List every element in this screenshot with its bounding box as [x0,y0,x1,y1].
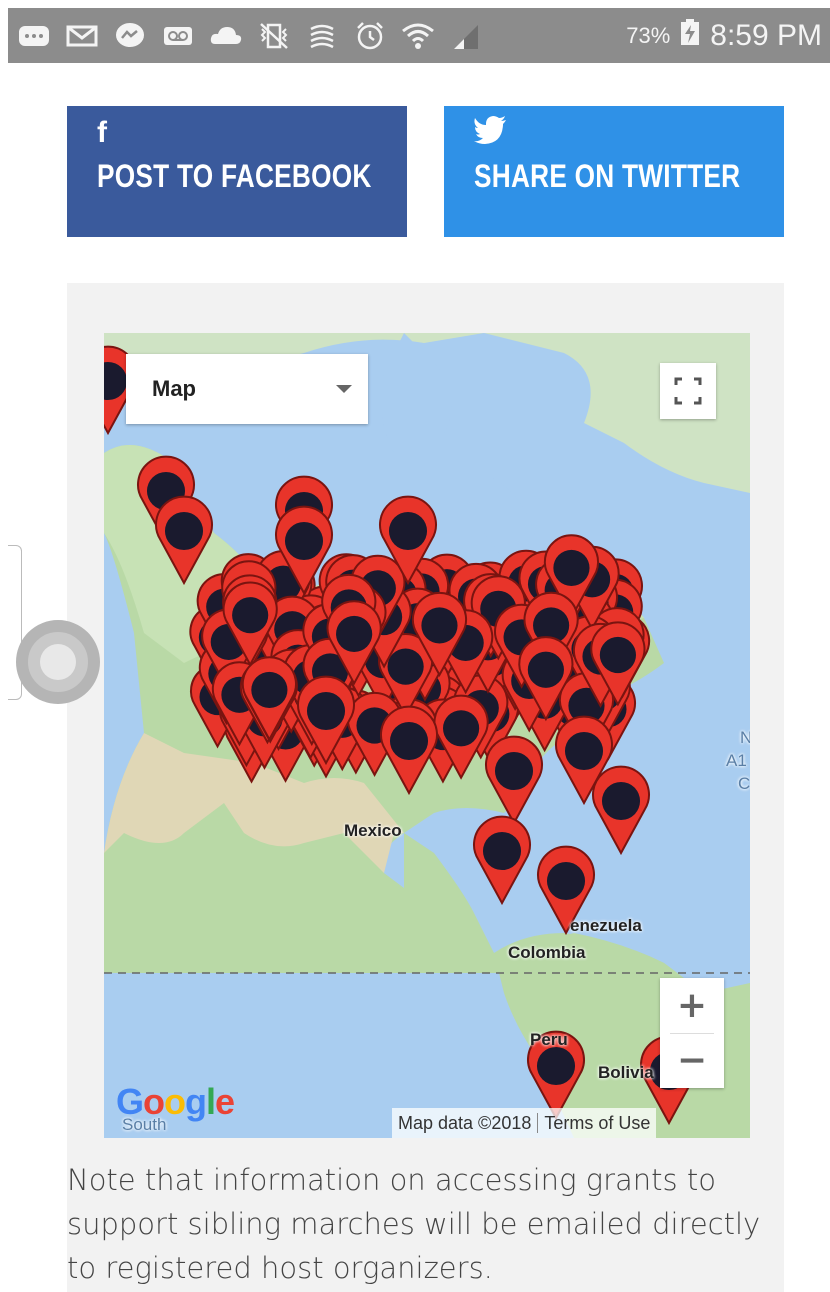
clock: 8:59 PM [710,18,822,52]
battery-percent: 73% [626,22,671,48]
messenger-icon [112,21,148,51]
fullscreen-icon [674,377,702,405]
floating-assist-button[interactable] [16,620,100,704]
post-to-facebook-button[interactable]: f POST TO FACEBOOK [67,106,407,237]
label-atlantic-1: N [740,728,750,747]
facebook-button-label: POST TO FACEBOOK [97,158,372,194]
label-peru: Peru [530,1030,568,1049]
signal-icon [448,21,484,51]
wifi-icon [400,21,436,51]
cloud-icon [208,21,244,51]
notification-icons [16,21,484,51]
google-logo[interactable]: Google [116,1081,235,1123]
label-colombia: Colombia [508,943,586,962]
zoom-controls: + − [660,978,724,1088]
zoom-divider [670,1033,714,1034]
map-view[interactable]: Map Mexico enezuela Colombia Peru Bolivi… [104,333,750,1138]
label-mexico: Mexico [344,821,402,840]
label-bolivia: Bolivia [598,1063,654,1082]
share-on-twitter-button[interactable]: SHARE ON TWITTER [444,106,784,237]
chat-bubble-icon [16,21,52,51]
dropdown-arrow-icon [336,385,352,393]
map-attribution: Map data ©2018 Terms of Use [392,1108,657,1138]
assist-button-center [40,644,76,680]
label-atlantic-2: A1 [726,751,747,770]
label-venezuela: enezuela [570,916,642,935]
twitter-button-label: SHARE ON TWITTER [474,158,741,194]
map-marker[interactable] [473,815,531,906]
map-marker[interactable] [592,765,650,856]
twitter-icon [474,116,508,152]
battery-charging-icon [680,18,700,54]
map-canvas[interactable] [104,333,750,1138]
terms-of-use-link[interactable]: Terms of Use [538,1113,656,1134]
alarm-icon [352,21,388,51]
map-type-dropdown[interactable]: Map [126,354,368,424]
mail-icon [64,21,100,51]
map-data-credit: Map data ©2018 [398,1112,532,1133]
facebook-icon: f [97,116,107,149]
map-type-value: Map [152,376,196,401]
status-bar: 73% 8:59 PM [8,8,830,63]
zoom-in-button[interactable]: + [660,978,724,1033]
zoom-out-button[interactable]: − [660,1033,724,1088]
grants-note: Note that information on accessing grant… [67,1163,761,1285]
vibrate-mute-icon [256,21,292,51]
voicemail-icon [160,21,196,51]
label-atlantic-3: C [738,774,750,793]
status-right: 73% 8:59 PM [626,18,822,54]
fullscreen-button[interactable] [660,363,716,419]
nfc-icon [304,21,340,51]
